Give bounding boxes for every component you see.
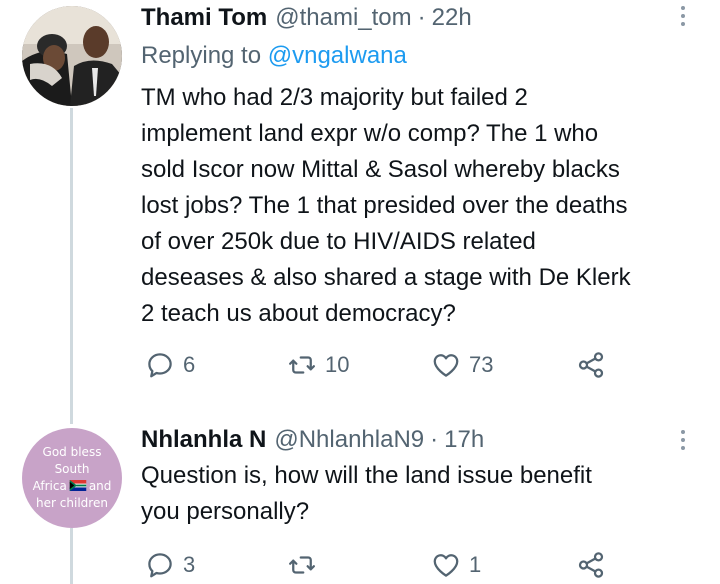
reply-button[interactable]: 6 (145, 350, 195, 380)
separator-dot: · (430, 426, 439, 453)
tweet-card[interactable]: Thami Tom @thami_tom · 22h Replying to @… (0, 0, 720, 410)
retweet-button[interactable] (287, 550, 325, 580)
retweet-count: 10 (325, 352, 350, 377)
thread-connector-line (70, 410, 73, 424)
heart-icon (433, 354, 459, 377)
reply-button[interactable]: 3 (145, 550, 195, 580)
reply-count: 3 (183, 552, 196, 577)
avatar-photo (22, 6, 122, 106)
replying-to-mention[interactable]: @vngalwana (268, 42, 407, 69)
tweet-text-line: implement land expr w/o comp? The 1 who (141, 120, 599, 147)
timestamp[interactable]: 22h (432, 4, 472, 32)
avatar-caption: God bless South Africa and her children (29, 444, 115, 512)
like-button[interactable]: 73 (431, 350, 493, 380)
reply-icon (148, 353, 172, 378)
retweet-button[interactable]: 10 (287, 350, 349, 380)
tweet-actions: 3 1 (141, 550, 621, 584)
south-africa-flag-icon (69, 480, 87, 491)
avatar-caption-line: her children (36, 496, 108, 510)
tweet-text-line: you personally? (141, 498, 310, 525)
tweet-text-line: of over 250k due to HIV/AIDS related (141, 228, 536, 255)
tweet-actions: 6 10 73 (141, 350, 621, 390)
tweet-text-line: lost jobs? The 1 that presided over the … (141, 192, 628, 219)
retweet-icon (289, 556, 315, 574)
like-count: 1 (469, 552, 482, 577)
avatar-caption-line: God bless South (42, 445, 102, 476)
retweet-icon (289, 356, 315, 374)
tweet-header: Nhlanhla N @NhlanhlaN9 · 17h (141, 426, 484, 454)
author-name[interactable]: Nhlanhla N (141, 426, 266, 454)
like-count: 73 (469, 352, 494, 377)
tweet-text-line: Question is, how will the land issue ben… (141, 462, 592, 489)
tweet-text: TM who had 2/3 majority but failed 2 imp… (141, 80, 701, 332)
reply-count: 6 (183, 352, 196, 377)
avatar[interactable] (22, 6, 122, 106)
tweet-text-line: deseases & also shared a stage with De K… (141, 264, 631, 291)
tweet-text-line: sold Iscor now Mittal & Sasol whereby bl… (141, 156, 620, 183)
like-button[interactable]: 1 (431, 550, 481, 580)
replying-to-prefix: Replying to (141, 42, 262, 69)
avatar-caption-line: Africa and (29, 478, 115, 495)
heart-icon (433, 554, 459, 577)
share-button[interactable] (576, 350, 606, 380)
author-handle[interactable]: @NhlanhlaN9 (274, 426, 424, 454)
separator-dot: · (417, 4, 426, 31)
reply-icon (148, 553, 172, 578)
share-button[interactable] (576, 550, 606, 580)
tweet-text: Question is, how will the land issue ben… (141, 458, 701, 530)
timestamp[interactable]: 17h (444, 426, 484, 454)
thread-connector-line (70, 108, 73, 410)
tweet-text-line: 2 teach us about democracy? (141, 300, 456, 327)
author-name[interactable]: Thami Tom (141, 4, 267, 32)
more-options-icon[interactable] (678, 430, 688, 450)
author-handle[interactable]: @thami_tom (275, 4, 411, 32)
avatar-caption-word: and (88, 479, 112, 493)
avatar[interactable]: God bless South Africa and her children (22, 428, 122, 528)
avatar-caption-word: Africa (32, 479, 67, 493)
share-icon (578, 552, 604, 578)
tweet-text-line: TM who had 2/3 majority but failed 2 (141, 84, 528, 111)
thread-connector-line (70, 528, 73, 584)
share-icon (578, 352, 604, 378)
tweet-header: Thami Tom @thami_tom · 22h (141, 4, 472, 32)
more-options-icon[interactable] (678, 6, 688, 26)
replying-to: Replying to @vngalwana (141, 42, 407, 70)
tweet-card[interactable]: God bless South Africa and her children … (0, 410, 720, 584)
